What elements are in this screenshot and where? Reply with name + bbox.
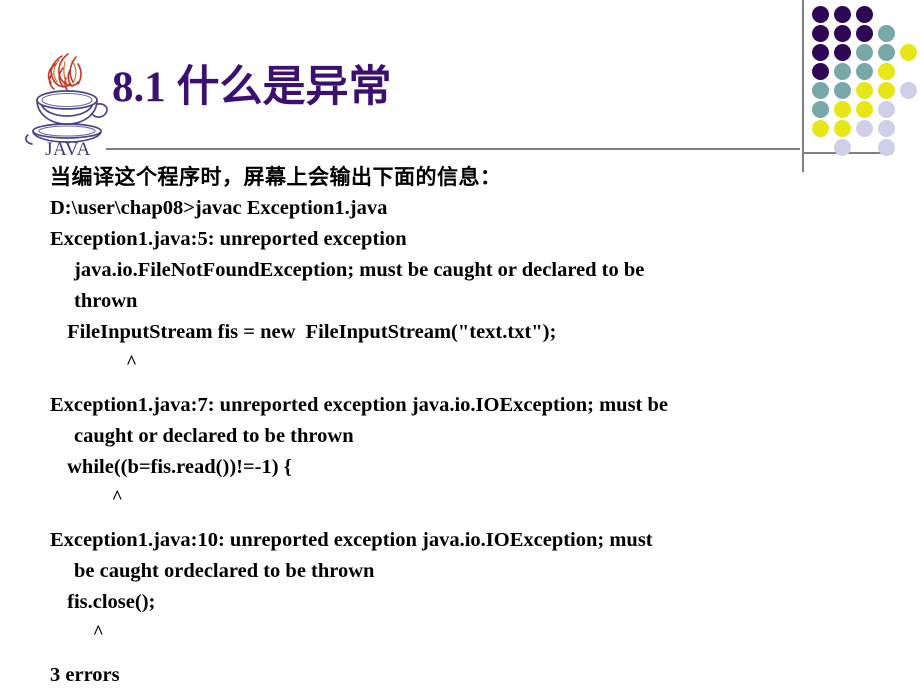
java-logo-icon: JAVA <box>22 48 114 156</box>
decorative-dot-grid <box>812 6 920 156</box>
decorative-dot <box>878 82 895 99</box>
decorative-dot <box>834 120 851 137</box>
decorative-dot <box>812 63 829 80</box>
text-line: Exception1.java:10: unreported exception… <box>50 529 653 551</box>
decorative-dot <box>856 63 873 80</box>
slide-canvas: JAVA 8.1 什么是异常 当编译这个程序时，屏幕上会输出下面的信息： D:\u… <box>0 0 920 690</box>
title-underline-rule <box>106 148 800 150</box>
text-line: FileInputStream fis = new FileInputStrea… <box>62 321 557 343</box>
text-line: be caught ordeclared to be thrown <box>74 560 375 582</box>
text-line: Exception1.java:7: unreported exception … <box>50 394 669 416</box>
decorative-dot <box>834 82 851 99</box>
decorative-dot <box>834 139 851 156</box>
text-spacer <box>50 513 910 525</box>
decorative-dot <box>812 120 829 137</box>
decorative-dot <box>856 25 873 42</box>
decorative-dot <box>878 101 895 118</box>
decorative-dot <box>878 139 895 156</box>
decorative-dot <box>878 120 895 137</box>
decorative-dot <box>834 44 851 61</box>
page-title: 8.1 什么是异常 <box>112 64 392 111</box>
text-line: Exception1.java:5: unreported exception <box>50 228 407 250</box>
decorative-dot <box>900 82 917 99</box>
text-line: ^ <box>50 352 138 373</box>
text-line: java.io.FileNotFoundException; must be c… <box>74 259 645 281</box>
decorative-dot <box>856 101 873 118</box>
text-line: fis.close(); <box>62 591 156 613</box>
decorative-dot <box>834 63 851 80</box>
decorative-dot <box>834 6 851 23</box>
decorative-dot <box>878 44 895 61</box>
decorative-dot <box>834 101 851 118</box>
decorative-dot <box>856 82 873 99</box>
text-line: thrown <box>74 290 138 312</box>
decorative-dot <box>812 6 829 23</box>
decorative-vertical-line <box>802 0 804 172</box>
decorative-dot <box>878 25 895 42</box>
text-spacer <box>50 378 910 390</box>
text-line: 当编译这个程序时，屏幕上会输出下面的信息： <box>50 165 502 189</box>
text-spacer <box>50 648 910 660</box>
decorative-dot <box>812 25 829 42</box>
decorative-dot <box>856 120 873 137</box>
text-line: 3 errors <box>50 664 120 686</box>
decorative-dot <box>878 63 895 80</box>
text-line: D:\user\chap08>javac Exception1.java <box>50 197 388 219</box>
text-line: while((b=fis.read())!=-1) { <box>62 456 292 478</box>
decorative-dot <box>856 44 873 61</box>
text-line: caught or declared to be thrown <box>74 425 354 447</box>
decorative-dot <box>834 25 851 42</box>
decorative-dot <box>812 101 829 118</box>
svg-text:JAVA: JAVA <box>45 139 91 156</box>
slide-body-text: 当编译这个程序时，屏幕上会输出下面的信息： D:\user\chap08>java… <box>50 162 910 691</box>
text-line: ^ <box>50 487 123 508</box>
decorative-dot <box>812 44 829 61</box>
decorative-dot <box>812 82 829 99</box>
decorative-dot <box>900 44 917 61</box>
decorative-dot <box>856 6 873 23</box>
text-line: ^ <box>50 622 104 643</box>
